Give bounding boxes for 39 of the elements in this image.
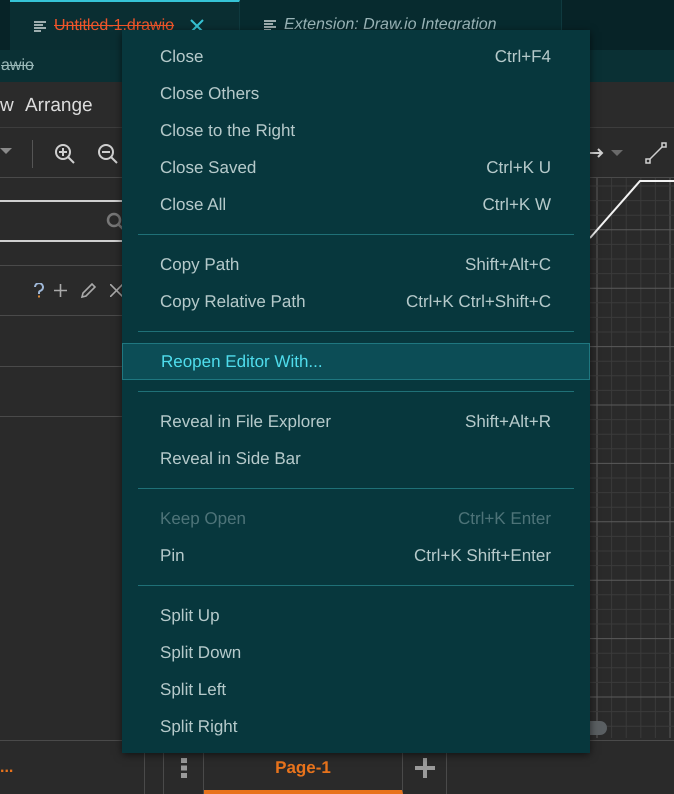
- close-icon[interactable]: [110, 284, 123, 297]
- menu-item[interactable]: Split Left: [122, 671, 590, 708]
- menu-item[interactable]: Reveal in File Explorer Shift+Alt+R: [122, 403, 590, 440]
- add-page-icon[interactable]: [414, 758, 434, 778]
- breadcrumb-text[interactable]: awio: [1, 54, 34, 78]
- caret-icon[interactable]: [0, 148, 12, 156]
- menu-item[interactable]: Copy Relative Path Ctrl+K Ctrl+Shift+C: [122, 283, 590, 320]
- shortcut-text: Ctrl+K U: [486, 156, 551, 179]
- menu-bar-item[interactable]: Arrange: [25, 94, 93, 118]
- more-icon[interactable]: [180, 758, 186, 778]
- menu-item[interactable]: Pin Ctrl+K Shift+Enter: [122, 537, 590, 574]
- zoom-out-icon[interactable]: [97, 143, 119, 165]
- caret-icon[interactable]: [611, 150, 623, 157]
- menu-item[interactable]: Close Saved Ctrl+K U: [122, 149, 590, 186]
- shortcut-text: Ctrl+K W: [482, 194, 551, 216]
- status-text: ...: [0, 758, 14, 778]
- menu-item[interactable]: Reveal in Side Bar: [122, 440, 590, 477]
- menu-bar-item[interactable]: w: [0, 94, 14, 118]
- shortcut-text: Ctrl+K Shift+Enter: [414, 544, 551, 567]
- arrow-icon[interactable]: [590, 148, 604, 158]
- menu-item[interactable]: Close to the Right: [122, 112, 590, 149]
- menu-item[interactable]: Split Down: [122, 634, 590, 671]
- close-icon[interactable]: [190, 19, 204, 33]
- shortcut-text: Ctrl+K Enter: [458, 508, 551, 530]
- shortcut-text: Shift+Alt+R: [465, 410, 551, 433]
- pencil-icon[interactable]: [80, 282, 97, 299]
- line-icon[interactable]: [645, 142, 667, 164]
- shortcut-text: Shift+Alt+C: [465, 254, 551, 276]
- file-icon: [34, 20, 46, 32]
- menu-item[interactable]: Copy Path Shift+Alt+C: [122, 246, 590, 283]
- menu-item[interactable]: Split Up: [122, 597, 590, 634]
- plus-icon[interactable]: [54, 284, 67, 297]
- file-icon: [264, 20, 276, 30]
- menu-item[interactable]: Close All Ctrl+K W: [122, 186, 590, 223]
- zoom-in-icon[interactable]: [54, 143, 76, 165]
- shortcut-text: Ctrl+K Ctrl+Shift+C: [406, 290, 551, 313]
- menu-item[interactable]: Close Others: [122, 75, 590, 112]
- help-icon[interactable]: [34, 283, 44, 298]
- menu-item[interactable]: Reopen Editor With...: [122, 343, 590, 380]
